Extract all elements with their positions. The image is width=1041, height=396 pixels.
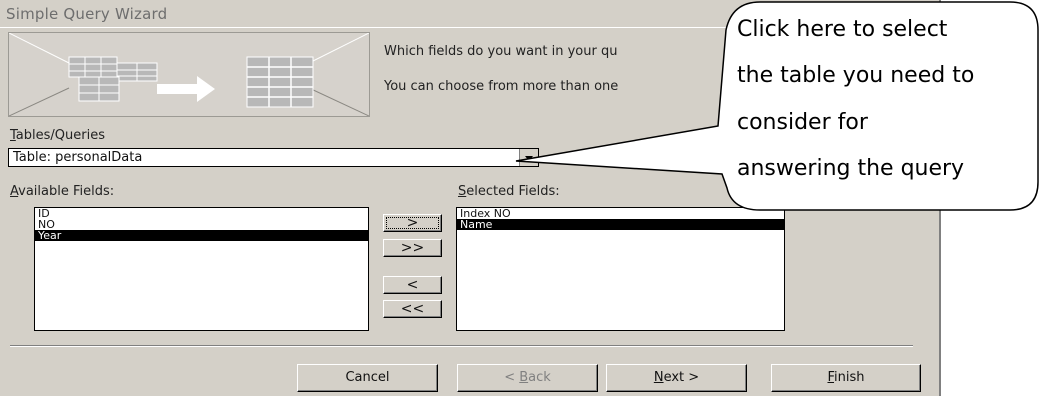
callout-line-4: answering the query: [737, 156, 965, 181]
callout-line-2: the table you need to: [737, 63, 975, 88]
callout-line-1: Click here to select: [737, 17, 948, 42]
callout-bubble: [515, 1, 1039, 211]
callout-line-3: consider for: [737, 110, 868, 135]
